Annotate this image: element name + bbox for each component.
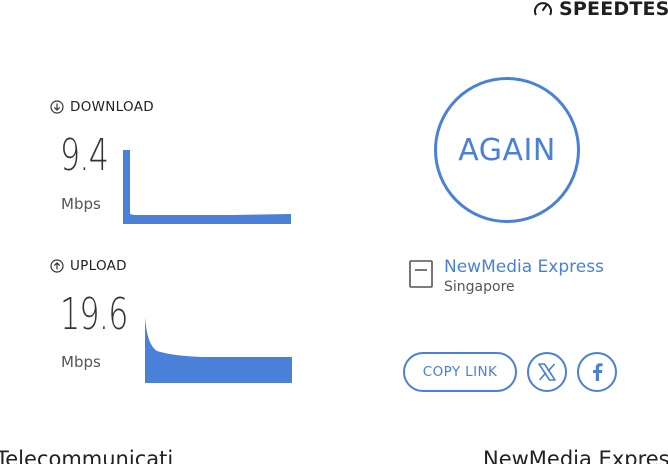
- download-unit: Mbps: [61, 195, 101, 213]
- brand-logo[interactable]: SPEEDTES: [533, 0, 668, 20]
- upload-graph-fill: [145, 317, 292, 383]
- download-graph-fill: [123, 150, 291, 224]
- upload-label-text: UPLOAD: [70, 258, 127, 274]
- server-name-bottom: NewMedia Expres: [483, 447, 668, 464]
- isp-name: Telecommunicati: [0, 447, 174, 464]
- arrow-up-circle-icon: [50, 259, 64, 273]
- gauge-icon: [534, 2, 552, 16]
- copy-link-label: COPY LINK: [422, 364, 498, 380]
- again-button[interactable]: AGAIN: [434, 77, 580, 223]
- copy-link-button[interactable]: COPY LINK: [403, 352, 517, 392]
- upload-speed-value: 19.6: [60, 289, 128, 340]
- document-icon: [409, 260, 433, 288]
- server-info: NewMedia Express Singapore: [408, 256, 604, 296]
- x-logo-icon: [538, 363, 556, 381]
- speedtest-result-page: SPEEDTES DOWNLOAD 9.4 Mbps UPLOAD 19.6 M…: [0, 0, 668, 464]
- brand-name: SPEEDTES: [559, 0, 668, 20]
- upload-graph: [145, 317, 292, 383]
- download-label: DOWNLOAD: [50, 99, 154, 115]
- server-name-link[interactable]: NewMedia Express: [444, 256, 604, 278]
- share-x-button[interactable]: [527, 352, 567, 392]
- share-facebook-button[interactable]: [577, 352, 617, 392]
- again-button-label: AGAIN: [458, 132, 556, 168]
- download-label-text: DOWNLOAD: [70, 99, 154, 115]
- download-graph: [123, 150, 291, 224]
- download-speed-value: 9.4: [60, 130, 109, 181]
- upload-unit: Mbps: [61, 353, 101, 371]
- facebook-icon: [593, 363, 603, 381]
- server-location: Singapore: [444, 279, 515, 295]
- arrow-down-circle-icon: [50, 100, 64, 114]
- upload-label: UPLOAD: [50, 258, 127, 274]
